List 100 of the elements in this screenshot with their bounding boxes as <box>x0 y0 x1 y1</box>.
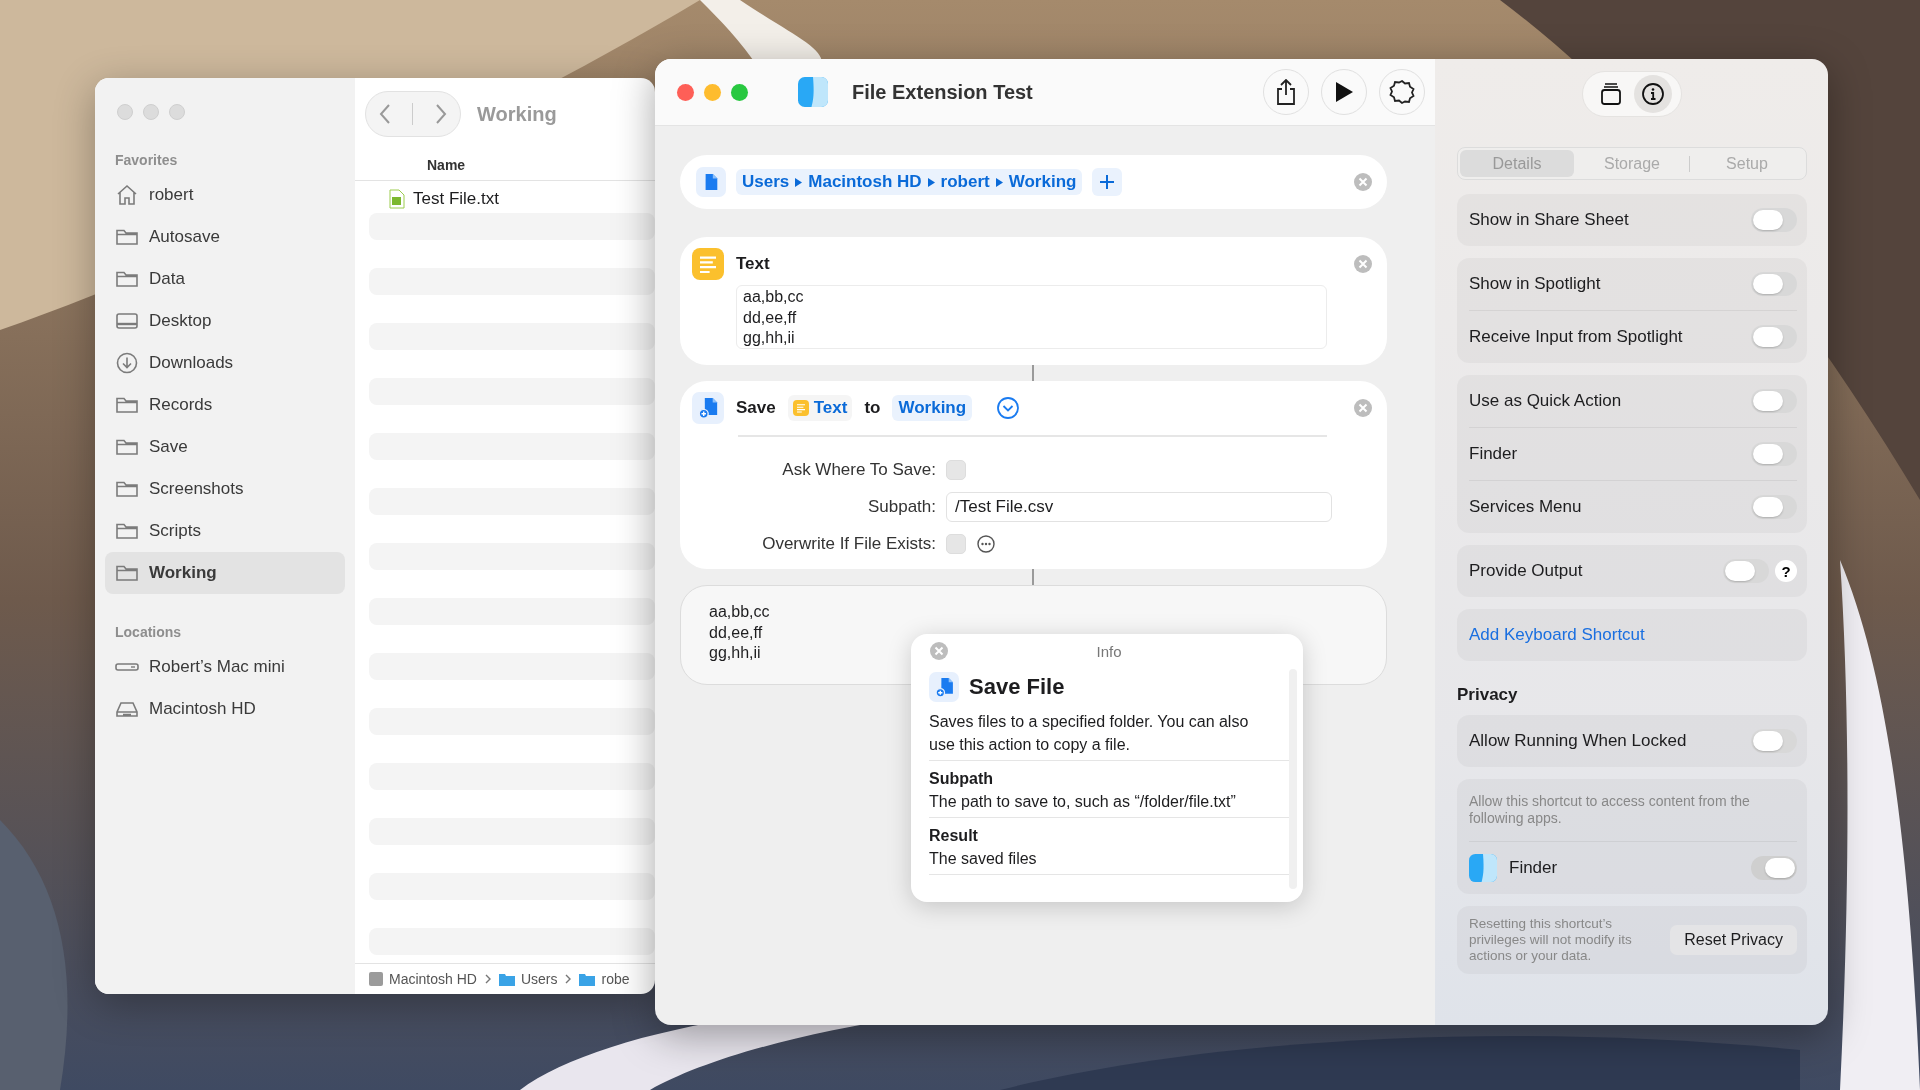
setting-label: Receive Input from Spotlight <box>1469 327 1684 347</box>
stack-icon <box>1599 82 1623 106</box>
sidebar-item[interactable]: Records <box>105 384 345 426</box>
folder-icon <box>579 972 596 986</box>
text-icon <box>792 400 809 416</box>
folder-token[interactable]: Working <box>892 395 973 421</box>
close-icon[interactable] <box>1353 172 1373 192</box>
chevron-icon <box>565 974 572 984</box>
sidebar-item[interactable]: Downloads <box>105 342 345 384</box>
run-button[interactable] <box>1321 69 1367 115</box>
info-icon <box>1641 82 1665 106</box>
plus-icon <box>1099 174 1116 190</box>
sidebar-item[interactable]: Robert’s Mac mini <box>105 646 345 688</box>
section-heading: Subpath <box>929 769 994 789</box>
sidebar-item[interactable]: Screenshots <box>105 468 345 510</box>
file-row[interactable]: Test File.txt <box>369 185 655 213</box>
share-button[interactable] <box>1263 69 1309 115</box>
text-field[interactable]: aa,bb,cc dd,ee,ff gg,hh,ii <box>736 285 1327 349</box>
close-icon[interactable] <box>1353 254 1373 274</box>
reset-privacy-button[interactable]: Reset Privacy <box>1670 925 1797 955</box>
scroll-bar[interactable] <box>1289 669 1297 889</box>
popover-title: Info <box>1096 642 1122 660</box>
toggle-switch[interactable] <box>1751 729 1797 753</box>
reset-note: Resetting this shortcut’s privileges will not modify its actions or your data. <box>1469 916 1633 964</box>
toggle-switch[interactable] <box>1751 495 1797 519</box>
setting-label: Services Menu <box>1469 497 1583 517</box>
sidebar-item[interactable]: Data <box>105 258 345 300</box>
path-item[interactable]: Macintosh HD <box>369 971 477 987</box>
zoom-button[interactable] <box>731 83 748 101</box>
minimize-button[interactable] <box>143 104 159 120</box>
close-icon[interactable] <box>929 641 949 661</box>
caret-icon <box>995 177 1003 187</box>
caret-icon <box>795 177 803 187</box>
toggle-switch[interactable] <box>1751 272 1797 296</box>
action-title: Text <box>736 254 770 274</box>
section-heading: Result <box>929 826 979 846</box>
checkbox[interactable] <box>946 459 966 480</box>
forward-icon <box>433 103 448 125</box>
sidebar-item[interactable]: Save <box>105 426 345 468</box>
setting-label: Provide Output <box>1469 561 1584 581</box>
close-button[interactable] <box>677 83 694 101</box>
zoom-button[interactable] <box>169 104 185 120</box>
setting-label: Allow Running When Locked <box>1469 731 1688 751</box>
download-icon <box>115 351 139 375</box>
expand-icon[interactable] <box>996 396 1021 420</box>
drive-icon <box>369 972 383 986</box>
sidebar-heading: Locations <box>114 624 183 640</box>
document-icon <box>389 188 405 209</box>
section-heading: Privacy <box>1457 685 1519 705</box>
toggle-switch[interactable] <box>1751 856 1797 880</box>
toggle-switch[interactable] <box>1751 442 1797 466</box>
path-token[interactable]: Users Macintosh HD robert Working <box>736 169 1083 195</box>
action-title: Save <box>736 398 776 418</box>
action-connector: to <box>864 398 881 418</box>
setting-label: Use as Quick Action <box>1469 391 1623 411</box>
help-button[interactable]: ? <box>1775 560 1797 582</box>
sidebar-item[interactable]: Macintosh HD <box>105 688 345 730</box>
path-item[interactable]: Users <box>498 971 558 987</box>
gear-icon <box>1389 79 1415 105</box>
back-icon <box>378 103 393 125</box>
toggle-switch[interactable] <box>1751 389 1797 413</box>
column-header[interactable]: Name <box>427 157 466 173</box>
setting-label: Finder <box>1469 444 1519 464</box>
save-icon <box>929 672 959 702</box>
window-title: File Extension Test <box>852 80 1034 104</box>
sidebar-item[interactable]: Desktop <box>105 300 345 342</box>
caret-icon <box>927 177 935 187</box>
subpath-field[interactable]: /Test File.csv <box>946 491 1332 522</box>
sidebar-item[interactable]: robert <box>105 174 345 216</box>
add-shortcut-link[interactable]: Add Keyboard Shortcut <box>1469 625 1645 645</box>
parameter-label: Ask Where To Save: <box>781 459 936 480</box>
section-text: The path to save to, such as “/folder/file.txt” <box>929 793 1236 810</box>
variable-token[interactable]: Text <box>787 395 853 421</box>
close-icon[interactable] <box>1353 398 1373 418</box>
share-icon <box>1275 79 1297 105</box>
gear-button[interactable] <box>1379 69 1425 115</box>
text-icon <box>692 248 724 280</box>
section-text: The saved files <box>929 850 1037 867</box>
close-button[interactable] <box>117 104 133 120</box>
app-icon <box>1469 854 1497 882</box>
add-button[interactable] <box>1092 168 1123 196</box>
folder-icon <box>498 972 515 986</box>
path-item[interactable]: robe <box>579 971 630 987</box>
info-button[interactable] <box>1634 75 1672 113</box>
toggle-switch[interactable] <box>1751 208 1797 232</box>
app-icon <box>798 77 828 107</box>
parameter-label: Subpath: <box>866 496 936 517</box>
more-icon[interactable] <box>976 533 996 554</box>
sidebar-item[interactable]: Working <box>105 552 345 594</box>
toggle-switch[interactable] <box>1723 559 1769 583</box>
checkbox[interactable] <box>946 533 966 554</box>
sidebar-item[interactable]: Scripts <box>105 510 345 552</box>
toggle-switch[interactable] <box>1751 325 1797 349</box>
setting-label: Show in Share Sheet <box>1469 210 1630 230</box>
save-icon <box>692 392 724 424</box>
sidebar-heading: Favorites <box>114 152 179 168</box>
sidebar-item[interactable]: Autosave <box>105 216 345 258</box>
document-icon <box>696 167 726 197</box>
parameter-label: Overwrite If File Exists: <box>761 533 936 554</box>
minimize-button[interactable] <box>704 83 721 101</box>
